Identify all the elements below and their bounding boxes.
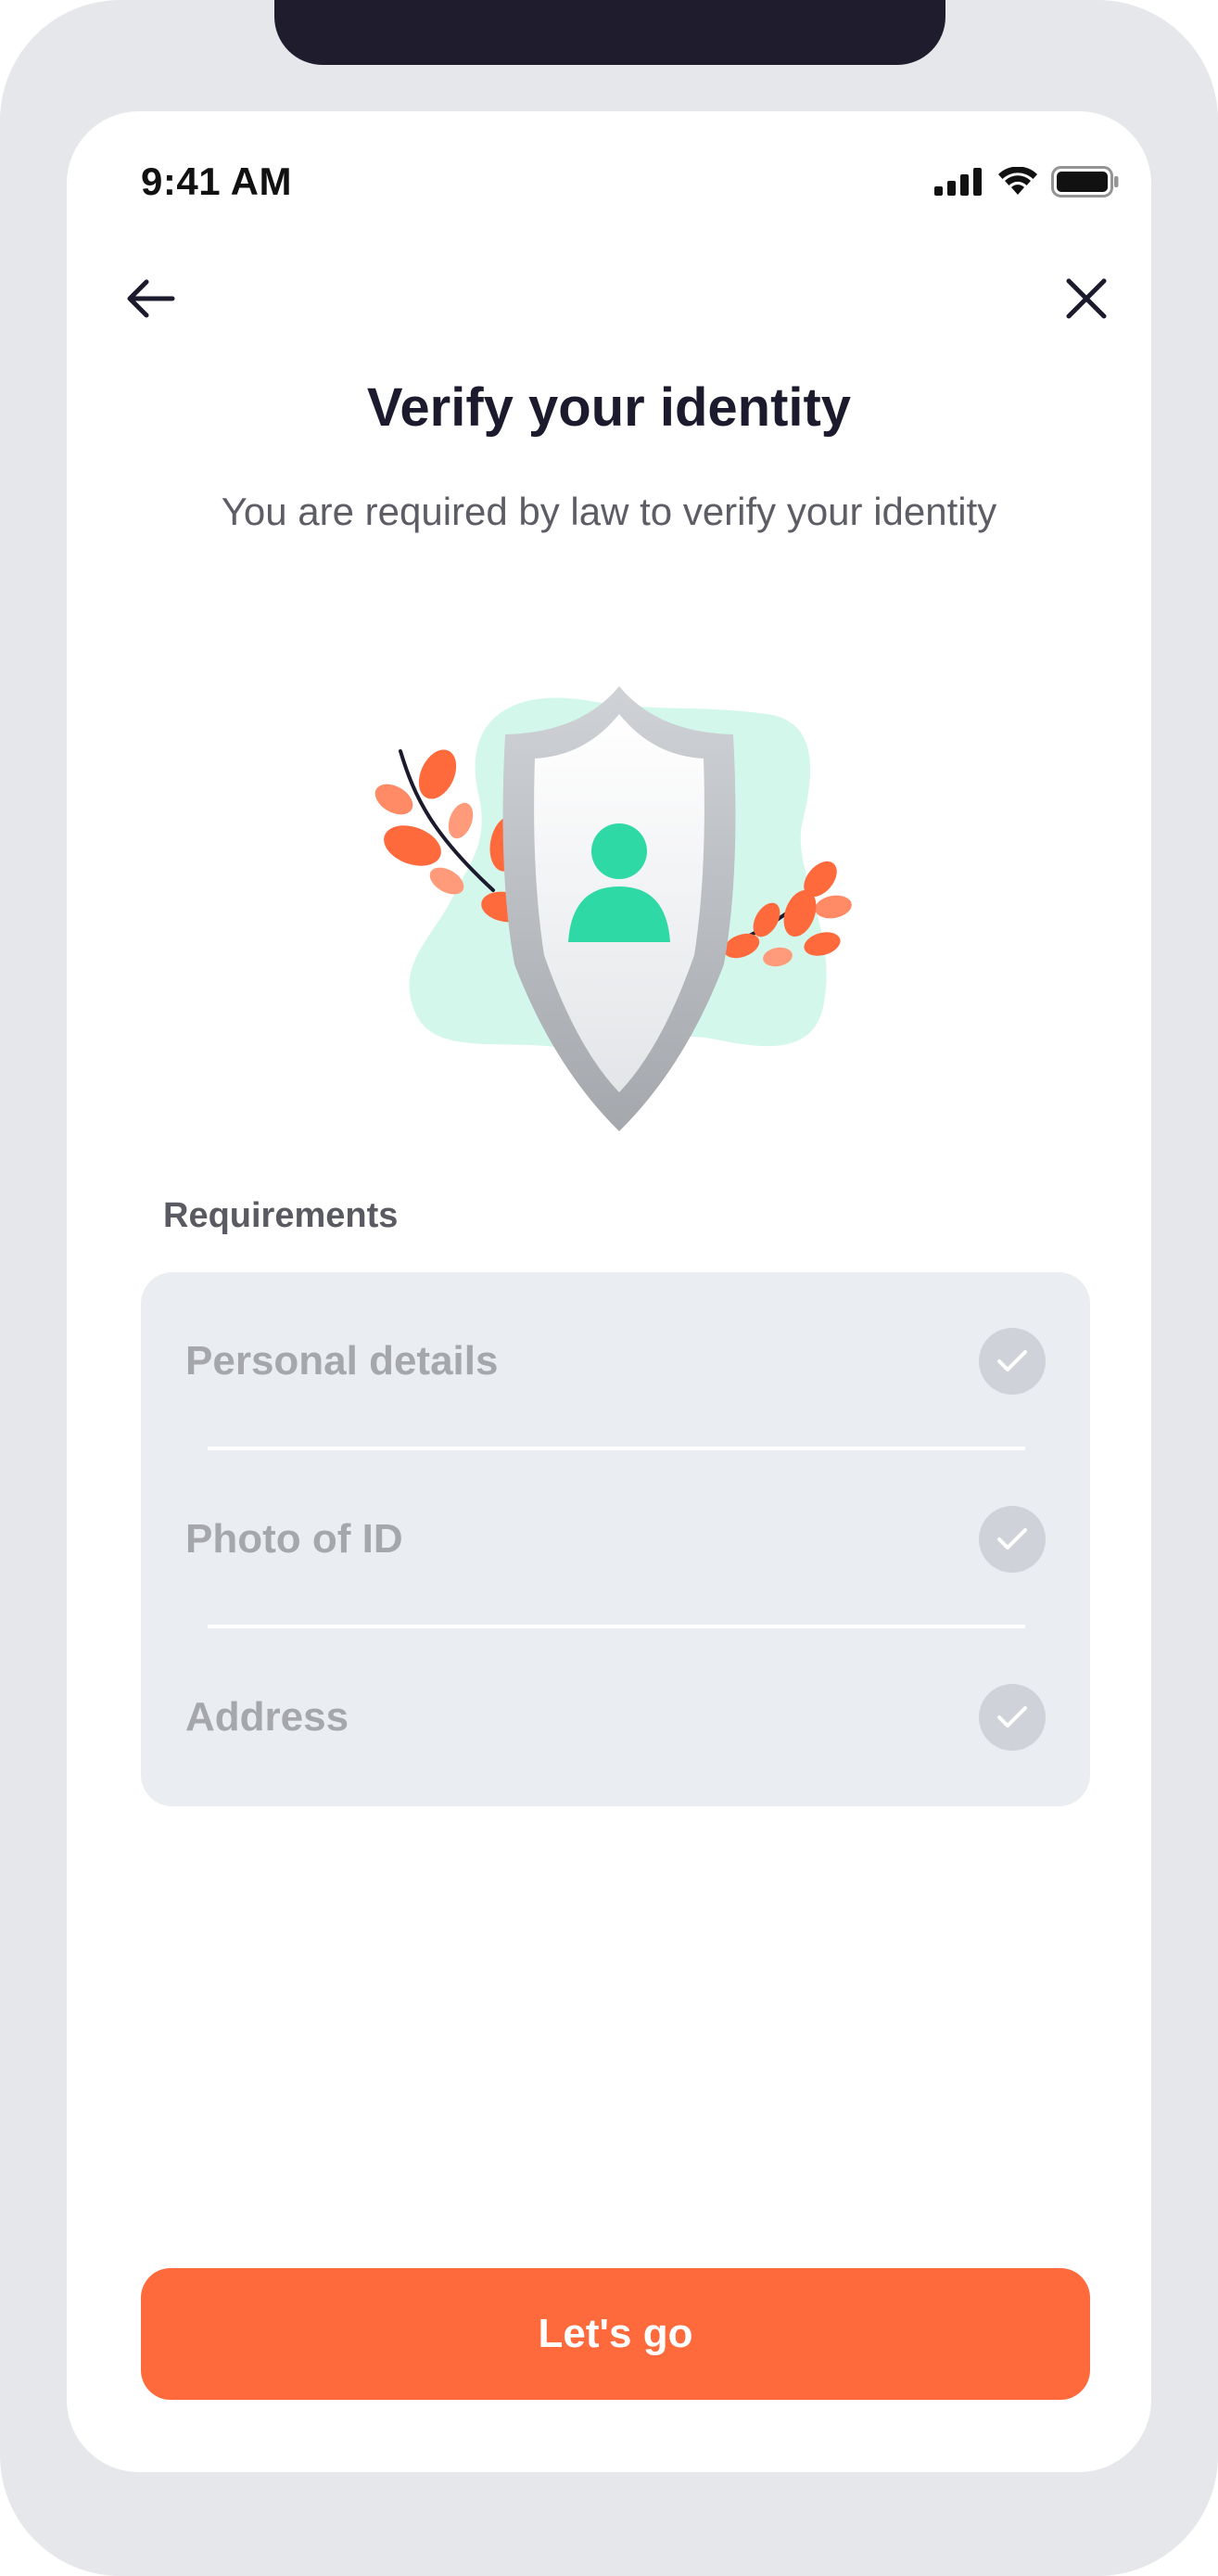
status-icons xyxy=(934,163,1120,200)
close-icon xyxy=(1066,278,1107,319)
requirements-card: Personal details Photo of ID Address xyxy=(141,1272,1090,1806)
notch xyxy=(274,0,945,65)
check-icon xyxy=(979,1328,1046,1395)
requirement-label: Address xyxy=(185,1694,349,1740)
screen: 9:41 AM Verify your identity You are req… xyxy=(67,111,1151,2472)
check-icon xyxy=(979,1684,1046,1751)
requirement-item[interactable]: Photo of ID xyxy=(141,1450,1090,1628)
shield-user-icon xyxy=(374,686,852,1131)
page-title: Verify your identity xyxy=(366,377,852,438)
close-button[interactable] xyxy=(1049,261,1123,336)
back-button[interactable] xyxy=(113,261,187,336)
requirement-item[interactable]: Personal details xyxy=(141,1272,1090,1450)
battery-icon xyxy=(1051,166,1119,198)
requirement-label: Personal details xyxy=(185,1338,499,1384)
arrow-left-icon xyxy=(127,279,175,318)
signal-icon xyxy=(934,168,982,196)
status-bar: 9:41 AM xyxy=(67,111,1151,250)
requirements-label: Requirements xyxy=(163,1196,399,1235)
requirement-label: Photo of ID xyxy=(185,1516,403,1562)
phone-frame: 9:41 AM Verify your identity You are req… xyxy=(0,0,1218,2576)
lets-go-button[interactable]: Let's go xyxy=(141,2268,1090,2400)
requirement-item[interactable]: Address xyxy=(141,1628,1090,1806)
check-icon xyxy=(979,1506,1046,1573)
shield-illustration xyxy=(359,668,878,1150)
page-subtitle: You are required by law to verify your i… xyxy=(221,490,997,533)
status-time: 9:41 AM xyxy=(141,159,292,203)
wifi-icon xyxy=(998,167,1037,195)
